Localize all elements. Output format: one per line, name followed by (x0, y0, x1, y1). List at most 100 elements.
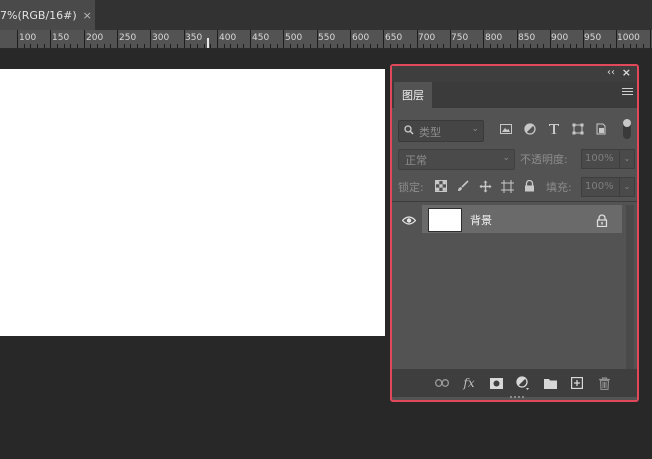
lock-image-pixels-icon[interactable] (456, 179, 470, 193)
new-layer-icon[interactable] (569, 375, 585, 391)
ruler-label: 350 (185, 33, 203, 43)
lock-position-icon[interactable] (478, 179, 492, 193)
lock-artboard-icon[interactable] (500, 179, 514, 193)
ruler-tick (90, 44, 92, 48)
close-panel-icon[interactable]: × (622, 66, 631, 79)
ruler-tick (469, 44, 471, 48)
ruler-tick (509, 44, 511, 48)
ruler-tick (50, 30, 52, 48)
type-filter-icon[interactable] (546, 120, 562, 138)
panel-tab-row: 图层 (392, 82, 637, 108)
ruler-tick (463, 44, 465, 48)
ruler-tick (76, 44, 78, 48)
ruler-tick (330, 44, 331, 48)
ruler-tick (130, 44, 132, 48)
new-group-icon[interactable] (542, 375, 558, 391)
ruler-tick (483, 30, 485, 48)
ruler-tick (343, 44, 345, 48)
search-icon (404, 125, 414, 138)
tab-layers[interactable]: 图层 (394, 82, 432, 108)
ruler-tick (270, 44, 272, 48)
ruler-label: 100 (19, 33, 37, 43)
filter-kind-value: 类型 (419, 126, 441, 139)
lock-all-icon[interactable] (522, 179, 536, 193)
ruler-tick (576, 44, 578, 48)
layer-row[interactable]: 背景 (396, 205, 622, 233)
ruler-tick (403, 44, 405, 48)
ruler-tick (256, 44, 258, 48)
ruler-tick (423, 44, 425, 48)
visibility-toggle[interactable] (396, 205, 422, 233)
filter-kind-select[interactable]: 类型 ⌄ (398, 120, 484, 142)
ruler-tick (336, 44, 338, 48)
adjustment-layer-icon[interactable] (515, 375, 531, 391)
fill-field[interactable]: 100% (581, 177, 620, 197)
divider (392, 201, 637, 202)
ruler-tick (196, 44, 198, 48)
ruler-tick (609, 44, 611, 48)
ruler-label: 850 (518, 33, 536, 43)
ruler-tick (303, 44, 305, 48)
delete-layer-icon[interactable] (596, 375, 612, 391)
ruler-label: 600 (352, 33, 370, 43)
ruler-tick (443, 44, 445, 48)
panel-footer: fx (392, 369, 637, 397)
ruler-tick (383, 30, 385, 48)
ruler-tick (296, 44, 298, 48)
smart-object-filter-icon[interactable] (593, 120, 609, 138)
link-layers-icon[interactable] (434, 375, 450, 391)
ruler-label: 300 (152, 33, 170, 43)
ruler-tick (449, 30, 451, 48)
blend-mode-select[interactable]: 正常 ⌄ (398, 149, 515, 170)
image-filter-icon[interactable] (498, 120, 514, 138)
hamburger-menu-icon[interactable] (622, 88, 633, 100)
layers-scrollbar[interactable] (626, 205, 634, 370)
shape-filter-icon[interactable] (570, 120, 586, 138)
close-icon[interactable]: × (83, 9, 92, 22)
ruler-tick (96, 44, 98, 48)
ruler-tick (476, 44, 478, 48)
collapse-panel-icon[interactable]: ‹‹ (607, 67, 615, 78)
ruler-tick (37, 44, 38, 48)
add-mask-icon[interactable] (488, 375, 504, 391)
horizontal-ruler[interactable]: 100 150 200 250 300 350 400 450 500 550 … (0, 30, 652, 49)
ruler-tick (170, 44, 172, 48)
eye-icon (401, 210, 417, 229)
filter-toggle-switch[interactable] (623, 119, 631, 139)
ruler-tick (43, 44, 45, 48)
ruler-tick (176, 44, 178, 48)
ruler-tick (30, 44, 32, 48)
fill-dropdown-icon[interactable]: ⌄ (619, 177, 635, 197)
adjustment-filter-icon[interactable] (522, 120, 538, 138)
lock-transparent-pixels-icon[interactable] (434, 179, 448, 193)
ruler-tick (156, 44, 158, 48)
ruler-tick (83, 30, 85, 48)
ruler-tick (503, 44, 505, 48)
ruler-label: 250 (119, 33, 137, 43)
document-tab[interactable]: 7%(RGB/16#) × (0, 0, 95, 30)
ruler-tick (596, 44, 598, 48)
ruler-tick (110, 44, 112, 48)
opacity-label: 不透明度: (520, 153, 568, 166)
ruler-tick (243, 44, 245, 48)
ruler-tick (276, 44, 278, 48)
fx-icon[interactable]: fx (461, 375, 477, 391)
ruler-tick (569, 44, 571, 48)
ruler-tick (543, 44, 545, 48)
opacity-field[interactable]: 100% (581, 149, 620, 169)
ruler-tick (356, 44, 358, 48)
ruler-tick (203, 44, 205, 48)
ruler-tick (549, 30, 551, 48)
ruler-tick (250, 30, 252, 48)
ruler-tick (230, 44, 232, 48)
ruler-tick (143, 44, 145, 48)
resize-grip[interactable] (510, 396, 524, 398)
layer-name[interactable]: 背景 (470, 212, 492, 228)
opacity-dropdown-icon[interactable]: ⌄ (619, 149, 635, 169)
ruler-tick (416, 30, 418, 48)
document-canvas[interactable] (0, 69, 385, 336)
ruler-tick (603, 44, 605, 48)
ruler-tick (70, 44, 72, 48)
ruler-tick (390, 44, 391, 48)
ruler-tick (489, 44, 491, 48)
